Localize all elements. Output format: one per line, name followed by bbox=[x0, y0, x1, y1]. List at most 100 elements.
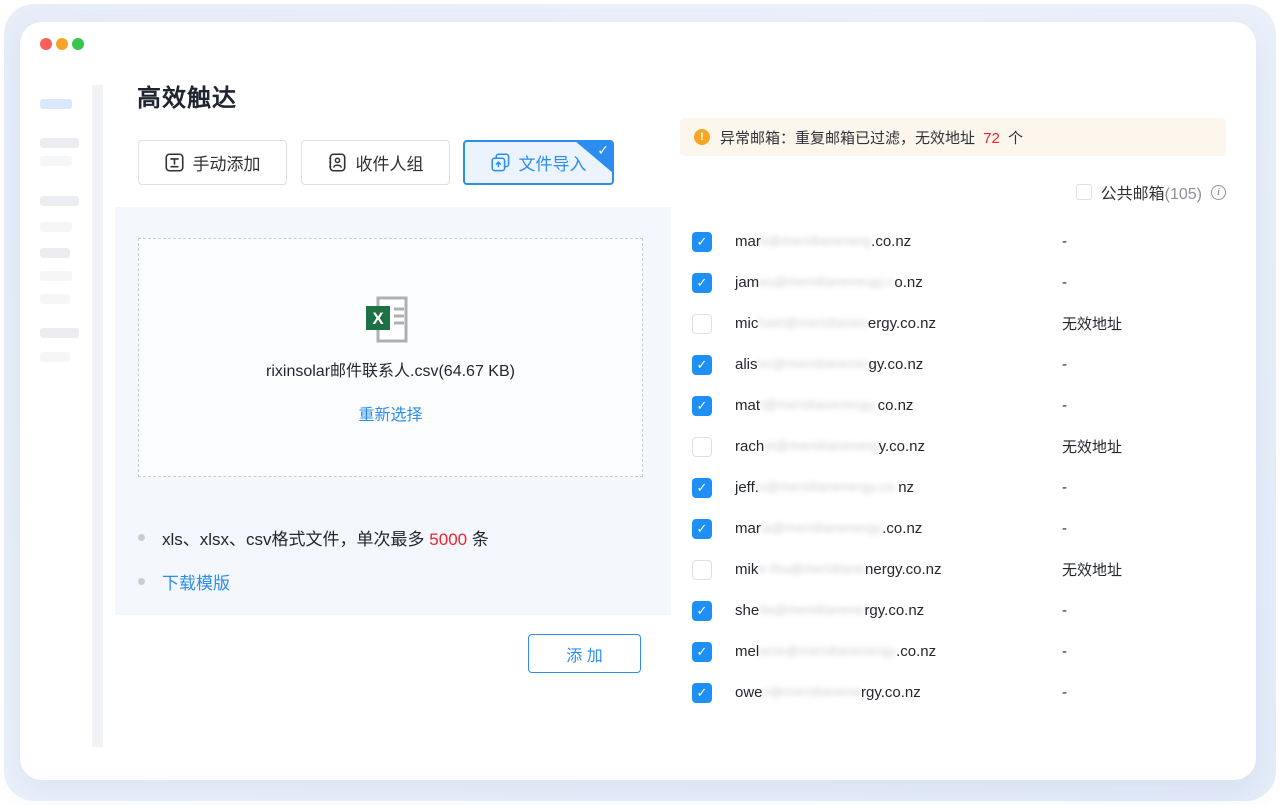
recipient-email: matt@meridianenergy.co.nz bbox=[735, 397, 913, 414]
recipient-status: 无效地址 bbox=[1062, 436, 1122, 457]
format-hint-row: xls、xlsx、csv格式文件，单次最多 5000 条 bbox=[138, 525, 489, 550]
recipient-email: melanie@meridianenergy.co.nz bbox=[735, 643, 936, 660]
recipient-row: mike.thu@meridianenergy.co.nz 无效地址 bbox=[692, 549, 1232, 590]
recipient-status: - bbox=[1062, 397, 1067, 414]
public-mailbox-count: (105) bbox=[1165, 186, 1202, 203]
page-title: 高效触达 bbox=[137, 78, 237, 113]
recipient-email: maria@meridianenergy.co.nz bbox=[735, 520, 922, 537]
contacts-icon bbox=[328, 153, 347, 172]
recipient-status: - bbox=[1062, 602, 1067, 619]
masked-email-segment: on@meridianener bbox=[758, 356, 869, 371]
sidebar-skeleton-bar bbox=[40, 196, 79, 206]
max-count-highlight: 5000 bbox=[429, 530, 467, 549]
sidebar-skeleton-bar bbox=[40, 294, 70, 304]
recipient-checkbox[interactable] bbox=[692, 355, 712, 375]
recipient-email: owen@meridianenergy.co.nz bbox=[735, 684, 921, 701]
recipient-row: melanie@meridianenergy.co.nz - bbox=[692, 631, 1232, 672]
masked-email-segment: ia@meridianenergy bbox=[761, 520, 882, 535]
recipient-status: - bbox=[1062, 233, 1067, 250]
sidebar-skeleton-bar bbox=[40, 352, 70, 362]
recipient-checkbox[interactable] bbox=[692, 642, 712, 662]
maximize-window-icon[interactable] bbox=[72, 38, 84, 50]
recipient-checkbox[interactable] bbox=[692, 601, 712, 621]
recipient-email: jeff.s@meridianenergy.co.nz bbox=[735, 479, 914, 496]
invalid-count: 72 bbox=[979, 130, 1004, 147]
window-controls bbox=[40, 38, 84, 50]
recipient-checkbox[interactable] bbox=[692, 396, 712, 416]
download-template-link[interactable]: 下载模版 bbox=[162, 569, 230, 594]
recipient-row: sheila@meridianenergy.co.nz - bbox=[692, 590, 1232, 631]
tab-label: 文件导入 bbox=[519, 150, 587, 175]
add-button[interactable]: 添 加 bbox=[528, 634, 641, 673]
bullet-icon bbox=[138, 578, 145, 585]
text-input-icon bbox=[165, 153, 184, 172]
sidebar-skeleton-bar bbox=[40, 138, 79, 148]
sidebar-skeleton-bar bbox=[40, 328, 79, 338]
recipient-checkbox[interactable] bbox=[692, 519, 712, 539]
recipient-email: mark@meridianenerg.co.nz bbox=[735, 233, 911, 250]
app-window: 高效触达 手动添加 收件人组 文件导入 bbox=[20, 22, 1256, 780]
tab-file-import[interactable]: 文件导入 bbox=[463, 140, 614, 185]
tab-label: 手动添加 bbox=[193, 150, 261, 175]
recipient-row: michael@meridianenergy.co.nz 无效地址 bbox=[692, 303, 1232, 344]
sidebar-skeleton-bar bbox=[40, 222, 72, 232]
masked-email-segment: hael@meridianen bbox=[758, 315, 868, 330]
recipient-email: rachel@meridianenergy.co.nz bbox=[735, 438, 925, 455]
recipient-row: maria@meridianenergy.co.nz - bbox=[692, 508, 1232, 549]
file-upload-icon bbox=[491, 153, 510, 172]
recipient-checkbox[interactable] bbox=[692, 478, 712, 498]
recipient-list: mark@meridianenerg.co.nz - james@meridia… bbox=[692, 221, 1232, 713]
recipient-row: rachel@meridianenergy.co.nz 无效地址 bbox=[692, 426, 1232, 467]
recipient-checkbox[interactable] bbox=[692, 560, 712, 580]
masked-email-segment: n@meridianene bbox=[763, 684, 861, 699]
masked-email-segment: el@meridianenerg bbox=[764, 438, 878, 453]
recipient-email: mike.thu@meridianenergy.co.nz bbox=[735, 561, 941, 578]
recipient-checkbox[interactable] bbox=[692, 273, 712, 293]
recipient-row: owen@meridianenergy.co.nz - bbox=[692, 672, 1232, 713]
sidebar-skeleton-bar bbox=[40, 156, 72, 166]
recipient-row: james@meridianenergy.co.nz - bbox=[692, 262, 1232, 303]
close-window-icon[interactable] bbox=[40, 38, 52, 50]
recipient-checkbox[interactable] bbox=[692, 314, 712, 334]
recipient-status: - bbox=[1062, 684, 1067, 701]
file-import-panel: X rixinsolar邮件联系人.csv(64.67 KB) 重新选择 xls… bbox=[115, 207, 671, 615]
masked-email-segment: es@meridianenergy.c bbox=[759, 274, 894, 289]
masked-email-segment: k@meridianenerg bbox=[761, 233, 871, 248]
warning-icon bbox=[694, 129, 710, 145]
recipient-status: - bbox=[1062, 643, 1067, 660]
tab-label: 收件人组 bbox=[356, 150, 424, 175]
public-mailbox-label: 公共邮箱(105) bbox=[1101, 180, 1202, 204]
alert-text: 异常邮箱：重复邮箱已过滤，无效地址 72 个 bbox=[720, 127, 1023, 148]
abnormal-mailbox-alert: 异常邮箱：重复邮箱已过滤，无效地址 72 个 bbox=[680, 118, 1226, 156]
download-template-row: 下载模版 bbox=[138, 569, 230, 594]
public-mailbox-checkbox[interactable] bbox=[1076, 184, 1092, 200]
recipient-status: - bbox=[1062, 274, 1067, 291]
reselect-file-link[interactable]: 重新选择 bbox=[139, 401, 642, 425]
recipient-email: alison@meridianenergy.co.nz bbox=[735, 356, 923, 373]
recipient-row: mark@meridianenerg.co.nz - bbox=[692, 221, 1232, 262]
recipient-checkbox[interactable] bbox=[692, 232, 712, 252]
masked-email-segment: e.thu@meridiane bbox=[758, 561, 865, 576]
sidebar-skeleton-bar bbox=[40, 248, 70, 258]
recipient-status: 无效地址 bbox=[1062, 559, 1122, 580]
uploaded-file-name: rixinsolar邮件联系人.csv(64.67 KB) bbox=[139, 357, 642, 381]
bullet-icon bbox=[138, 534, 145, 541]
tab-manual-add[interactable]: 手动添加 bbox=[138, 140, 287, 185]
masked-email-segment: s@meridianenergy.co. bbox=[759, 479, 898, 494]
recipient-status: - bbox=[1062, 520, 1067, 537]
recipient-email: michael@meridianenergy.co.nz bbox=[735, 315, 936, 332]
format-hint-text: xls、xlsx、csv格式文件，单次最多 5000 条 bbox=[162, 525, 489, 550]
masked-email-segment: anie@meridianenergy bbox=[759, 643, 896, 658]
tab-recipient-group[interactable]: 收件人组 bbox=[301, 140, 450, 185]
info-icon[interactable] bbox=[1211, 185, 1226, 200]
recipient-checkbox[interactable] bbox=[692, 437, 712, 457]
public-mailbox-row: 公共邮箱(105) bbox=[680, 177, 1226, 207]
recipient-row: alison@meridianenergy.co.nz - bbox=[692, 344, 1232, 385]
sidebar-skeleton-bar-active bbox=[40, 99, 72, 109]
file-dropzone[interactable]: X rixinsolar邮件联系人.csv(64.67 KB) 重新选择 bbox=[138, 238, 643, 477]
recipient-checkbox[interactable] bbox=[692, 683, 712, 703]
masked-email-segment: ila@meridianene bbox=[759, 602, 864, 617]
minimize-window-icon[interactable] bbox=[56, 38, 68, 50]
recipient-status: - bbox=[1062, 356, 1067, 373]
sidebar-skeleton-bar bbox=[40, 271, 72, 281]
